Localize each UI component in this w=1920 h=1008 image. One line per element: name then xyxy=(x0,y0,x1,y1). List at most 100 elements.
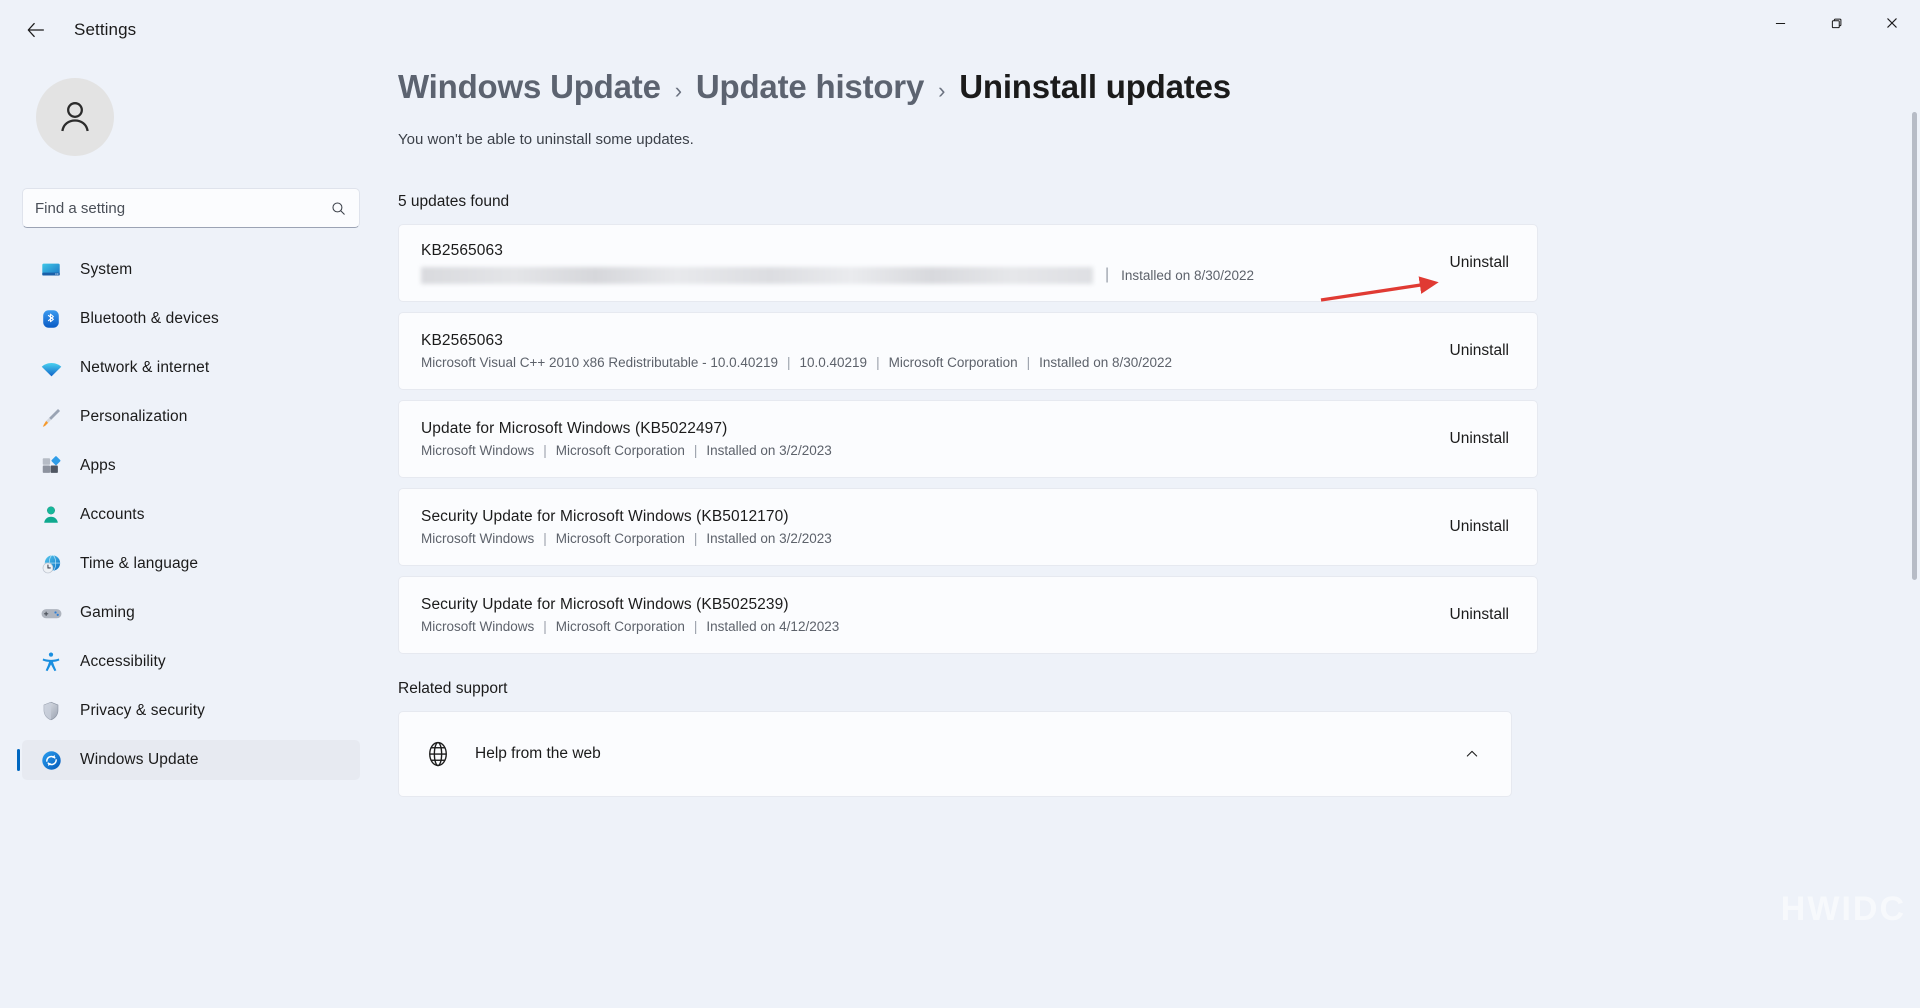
update-row: Update for Microsoft Windows (KB5022497)… xyxy=(398,400,1538,478)
help-from-web-label: Help from the web xyxy=(475,745,601,762)
globe-icon xyxy=(423,739,453,769)
update-info: Security Update for Microsoft Windows (K… xyxy=(421,596,1428,634)
main-content: Windows Update › Update history › Uninst… xyxy=(398,60,1920,1008)
update-title: Security Update for Microsoft Windows (K… xyxy=(421,508,789,525)
breadcrumb: Windows Update › Update history › Uninst… xyxy=(398,68,1920,106)
sidebar-item-privacy-security[interactable]: Privacy & security xyxy=(22,691,360,731)
sidebar-item-bluetooth-devices[interactable]: Bluetooth & devices xyxy=(22,299,360,339)
sidebar-item-personalization[interactable]: Personalization xyxy=(22,397,360,437)
help-from-web-row[interactable]: Help from the web xyxy=(398,711,1512,797)
update-row: KB2565063 Microsoft Visual C++ 2010 x86 … xyxy=(398,312,1538,390)
install-date: Installed on 8/30/2022 xyxy=(1039,355,1173,370)
paintbrush-icon xyxy=(38,405,64,429)
update-publisher: Microsoft Corporation xyxy=(555,443,685,458)
sidebar-item-apps[interactable]: Apps xyxy=(22,446,360,486)
update-product: Microsoft Visual C++ 2010 x86 Redistribu… xyxy=(421,355,778,370)
clock-globe-icon xyxy=(38,552,64,576)
sidebar-item-label: Windows Update xyxy=(80,751,199,768)
sidebar-item-label: Apps xyxy=(80,457,116,474)
bluetooth-icon xyxy=(38,307,64,331)
sidebar-item-accessibility[interactable]: Accessibility xyxy=(22,642,360,682)
sidebar-item-gaming[interactable]: Gaming xyxy=(22,593,360,633)
scrollbar-track[interactable] xyxy=(1912,112,1917,860)
meta-separator: | xyxy=(543,443,547,458)
search-icon xyxy=(332,201,345,215)
chevron-up-icon xyxy=(1466,750,1478,757)
install-date: Installed on 8/30/2022 xyxy=(1121,267,1255,283)
update-meta: | Installed on 8/30/2022 xyxy=(421,266,1428,284)
avatar[interactable] xyxy=(36,78,114,156)
update-publisher: Microsoft Corporation xyxy=(555,619,685,634)
back-button[interactable] xyxy=(14,12,58,48)
updates-list: KB2565063 | Installed on 8/30/2022 Unins… xyxy=(398,224,1538,654)
uninstall-button[interactable]: Uninstall xyxy=(1450,254,1509,272)
update-meta: Microsoft Visual C++ 2010 x86 Redistribu… xyxy=(421,355,1428,370)
related-support-title: Related support xyxy=(398,680,508,697)
sidebar-item-accounts[interactable]: Accounts xyxy=(22,495,360,535)
meta-separator: | xyxy=(876,355,880,370)
uninstall-button[interactable]: Uninstall xyxy=(1450,518,1509,536)
update-title: Update for Microsoft Windows (KB5022497) xyxy=(421,420,728,437)
sidebar-item-label: Bluetooth & devices xyxy=(80,310,219,327)
back-arrow-icon xyxy=(27,22,44,38)
accessibility-icon xyxy=(38,650,64,674)
apps-icon xyxy=(38,454,64,478)
update-info: KB2565063 | Installed on 8/30/2022 xyxy=(421,242,1428,284)
meta-separator: | xyxy=(1026,355,1031,370)
sidebar-item-time-language[interactable]: Time & language xyxy=(22,544,360,584)
sidebar-item-network-internet[interactable]: Network & internet xyxy=(22,348,360,388)
maximize-button[interactable] xyxy=(1808,0,1864,46)
update-product: Microsoft Windows xyxy=(421,443,535,458)
install-date: Installed on 3/2/2023 xyxy=(706,531,832,546)
sidebar-item-label: Privacy & security xyxy=(80,702,205,719)
search-input[interactable] xyxy=(35,199,330,217)
uninstall-button[interactable]: Uninstall xyxy=(1450,342,1509,360)
update-title: KB2565063 xyxy=(421,242,503,259)
sidebar-item-label: Personalization xyxy=(80,408,188,425)
update-meta: Microsoft Windows | Microsoft Corporatio… xyxy=(421,531,1428,546)
update-version: 10.0.40219 xyxy=(799,355,868,370)
install-date: Installed on 4/12/2023 xyxy=(706,619,840,634)
meta-separator: | xyxy=(693,531,698,546)
meta-separator: | xyxy=(786,355,791,370)
breadcrumb-item-update-history[interactable]: Update history xyxy=(696,68,924,106)
update-title: KB2565063 xyxy=(421,332,503,349)
update-info: Security Update for Microsoft Windows (K… xyxy=(421,508,1428,546)
install-date: Installed on 3/2/2023 xyxy=(706,443,832,458)
app-title: Settings xyxy=(74,20,137,39)
sidebar-item-windows-update[interactable]: Windows Update xyxy=(17,740,360,780)
sidebar-item-label: System xyxy=(80,261,133,278)
update-product: Microsoft Windows xyxy=(421,531,535,546)
close-icon xyxy=(1887,18,1897,28)
restore-icon xyxy=(1831,18,1841,28)
meta-separator: | xyxy=(543,619,547,634)
meta-separator: | xyxy=(693,443,698,458)
sidebar-item-system[interactable]: System xyxy=(22,250,360,290)
breadcrumb-separator-icon: › xyxy=(938,78,946,103)
breadcrumb-separator-icon: › xyxy=(674,78,682,103)
update-meta: Microsoft Windows | Microsoft Corporatio… xyxy=(421,619,1428,634)
minimize-button[interactable] xyxy=(1752,0,1808,46)
update-row: KB2565063 | Installed on 8/30/2022 Unins… xyxy=(398,224,1538,302)
redacted-description xyxy=(421,266,1093,284)
update-row: Security Update for Microsoft Windows (K… xyxy=(398,488,1538,566)
update-publisher: Microsoft Corporation xyxy=(888,355,1018,370)
search-box[interactable] xyxy=(22,188,360,228)
title-bar: Settings xyxy=(0,0,1920,60)
monitor-icon xyxy=(38,258,64,282)
uninstall-button[interactable]: Uninstall xyxy=(1450,430,1509,448)
caption-buttons xyxy=(1752,0,1920,46)
breadcrumb-item-uninstall-updates: Uninstall updates xyxy=(959,68,1231,105)
breadcrumb-item-windows-update[interactable]: Windows Update xyxy=(398,68,661,106)
meta-separator: | xyxy=(693,619,698,634)
update-meta: Microsoft Windows | Microsoft Corporatio… xyxy=(421,443,1428,458)
collapse-toggle-button[interactable] xyxy=(1455,737,1489,771)
uninstall-button[interactable]: Uninstall xyxy=(1450,606,1509,624)
update-icon xyxy=(38,748,64,772)
settings-window: Settings Find a setting System Bluetooth… xyxy=(0,0,1920,1008)
close-button[interactable] xyxy=(1864,0,1920,46)
scrollbar-thumb[interactable] xyxy=(1912,112,1917,580)
update-info: Update for Microsoft Windows (KB5022497)… xyxy=(421,420,1428,458)
update-info: KB2565063 Microsoft Visual C++ 2010 x86 … xyxy=(421,332,1428,370)
update-product: Microsoft Windows xyxy=(421,619,535,634)
